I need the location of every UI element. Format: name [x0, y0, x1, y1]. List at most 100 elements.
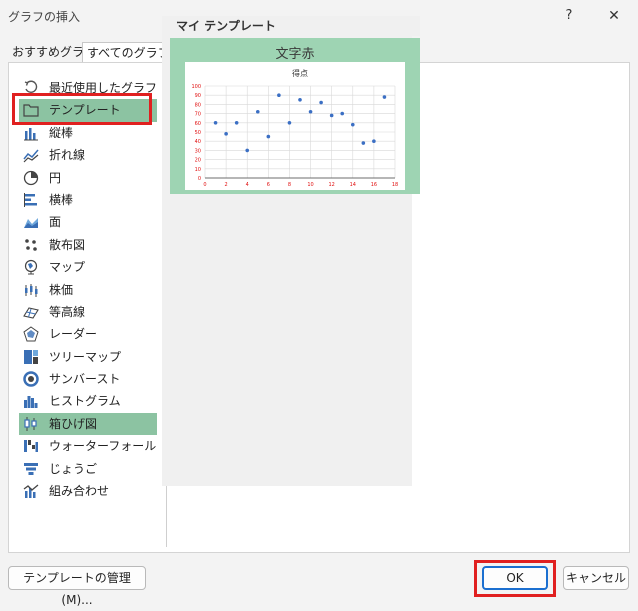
y-tick-label: 70	[195, 112, 201, 118]
x-tick-label: 8	[288, 182, 291, 188]
chart-type-label: マップ	[49, 260, 86, 275]
area-chart-icon	[23, 214, 39, 230]
chart-preview: 得点 0 10 20 30 40 50 60 70 80 90 100 0 2 4 6 8 10 12 14 16 18	[185, 62, 405, 190]
manage-templates-button[interactable]: テンプレートの管理(M)...	[8, 566, 146, 607]
chart-type-label: じょうご	[49, 461, 98, 476]
template-thumbnail[interactable]: 文字赤 得点 0 10 20 30 40 50 60 70 80 90 100 0 2 4 6 8 10 12 14 1…	[170, 38, 420, 194]
combo-chart-icon	[23, 483, 39, 499]
scatter-point	[245, 148, 250, 153]
chart-type-item[interactable]: 散布図	[19, 234, 157, 256]
pie-chart-icon	[23, 170, 39, 186]
scatter-point	[224, 132, 228, 136]
chart-type-item[interactable]: 折れ線	[19, 144, 157, 166]
scatter-point	[298, 98, 302, 102]
x-tick-label: 10	[307, 182, 313, 188]
x-tick-label: 12	[328, 182, 334, 188]
histogram-chart-icon	[23, 393, 39, 409]
scatter-point	[213, 121, 218, 125]
scatter-point	[361, 141, 366, 145]
stock-chart-icon	[23, 282, 39, 298]
chart-title: 得点	[292, 68, 308, 78]
map-chart-icon	[23, 259, 39, 275]
chart-type-label: ヒストグラム	[49, 394, 121, 409]
chart-type-item[interactable]: ヒストグラム	[19, 390, 157, 412]
bar-chart-icon	[23, 192, 39, 208]
x-tick-label: 2	[225, 182, 228, 188]
chart-type-label: サンバースト	[49, 372, 121, 387]
y-tick-label: 80	[195, 102, 201, 108]
treemap-chart-icon	[23, 349, 39, 365]
x-tick-label: 18	[392, 182, 398, 188]
chart-type-item[interactable]: 円	[19, 167, 157, 189]
y-tick-label: 100	[191, 84, 201, 90]
chart-type-item[interactable]: 縦棒	[19, 122, 157, 144]
scatter-chart-icon	[23, 237, 39, 253]
chart-type-label: 箱ひげ図	[49, 416, 98, 431]
scatter-point	[287, 121, 292, 125]
y-tick-label: 0	[198, 176, 201, 182]
scatter-point	[277, 93, 281, 97]
chart-type-label: 散布図	[49, 237, 86, 252]
scatter-point	[382, 95, 387, 99]
highlight-frame-template	[12, 93, 152, 125]
chart-type-label: 横棒	[49, 192, 74, 207]
chart-type-label: レーダー	[49, 327, 98, 342]
chart-type-item[interactable]: 横棒	[19, 189, 157, 211]
ok-button[interactable]: OK	[482, 566, 548, 590]
x-tick-label: 6	[267, 182, 270, 188]
chart-type-item[interactable]: 箱ひげ図	[19, 412, 157, 436]
chart-type-label: 面	[49, 215, 62, 230]
close-button[interactable]: ✕	[600, 4, 628, 28]
y-tick-label: 90	[195, 93, 201, 99]
chart-type-item[interactable]: 等高線	[19, 301, 157, 323]
x-tick-label: 0	[203, 182, 206, 188]
chart-type-item[interactable]: 組み合わせ	[19, 480, 157, 502]
scatter-point	[350, 122, 355, 127]
scatter-chart: 得点 0 10 20 30 40 50 60 70 80 90 100 0 2 4 6 8 10 12 14 16 18	[191, 68, 398, 188]
scatter-point	[255, 109, 260, 114]
chart-type-label: 等高線	[49, 304, 86, 319]
sunburst-chart-icon	[23, 371, 39, 387]
cancel-button[interactable]: キャンセル	[563, 566, 629, 590]
chart-type-item[interactable]: 面	[19, 211, 157, 233]
x-tick-label: 4	[246, 182, 249, 188]
line-chart-icon	[23, 147, 39, 163]
funnel-chart-icon	[23, 461, 39, 477]
dialog-title: グラフの挿入	[8, 10, 81, 24]
my-templates-heading: マイ テンプレート	[170, 16, 420, 36]
chart-type-label: 円	[49, 170, 62, 185]
scatter-point	[234, 121, 239, 125]
chart-type-item[interactable]: レーダー	[19, 323, 157, 345]
scatter-point	[319, 100, 323, 105]
y-tick-label: 60	[195, 121, 201, 127]
x-tick-label: 14	[350, 182, 356, 188]
surface-chart-icon	[23, 304, 39, 320]
y-tick-label: 10	[195, 167, 201, 173]
tab-all-charts[interactable]: すべてのグラフ	[82, 42, 175, 63]
column-chart-icon	[23, 125, 39, 141]
x-tick-label: 16	[371, 182, 377, 188]
y-tick-label: 30	[195, 148, 201, 154]
chart-type-item[interactable]: サンバースト	[19, 368, 157, 390]
chart-type-item[interactable]: ツリーマップ	[19, 346, 157, 368]
help-button[interactable]: ?	[555, 4, 583, 28]
chart-type-label: ツリーマップ	[49, 349, 122, 364]
scatter-point	[266, 134, 271, 139]
y-tick-label: 20	[195, 158, 201, 164]
chart-type-label: 折れ線	[49, 148, 86, 163]
chart-type-label: 株価	[49, 282, 74, 297]
box-whisker-chart-icon	[23, 416, 39, 432]
chart-type-item[interactable]: ウォーターフォール	[19, 435, 157, 457]
chart-type-item[interactable]: 株価	[19, 279, 157, 301]
scatter-point	[308, 109, 313, 114]
chart-type-list: 最近使用したグラフ テンプレート 縦棒 折れ線円横棒面散布図 マップ 株価 等高線 レーダーツ…	[19, 77, 157, 502]
chart-type-item[interactable]: マップ	[19, 256, 157, 278]
y-tick-label: 50	[195, 130, 201, 136]
template-name: 文字赤	[275, 47, 315, 62]
chart-type-label: 縦棒	[49, 125, 74, 140]
radar-chart-icon	[23, 326, 39, 342]
scatter-point	[340, 111, 345, 116]
chart-type-item[interactable]: じょうご	[19, 458, 157, 480]
scatter-point	[329, 113, 334, 118]
chart-type-label: ウォーターフォール	[49, 439, 157, 454]
